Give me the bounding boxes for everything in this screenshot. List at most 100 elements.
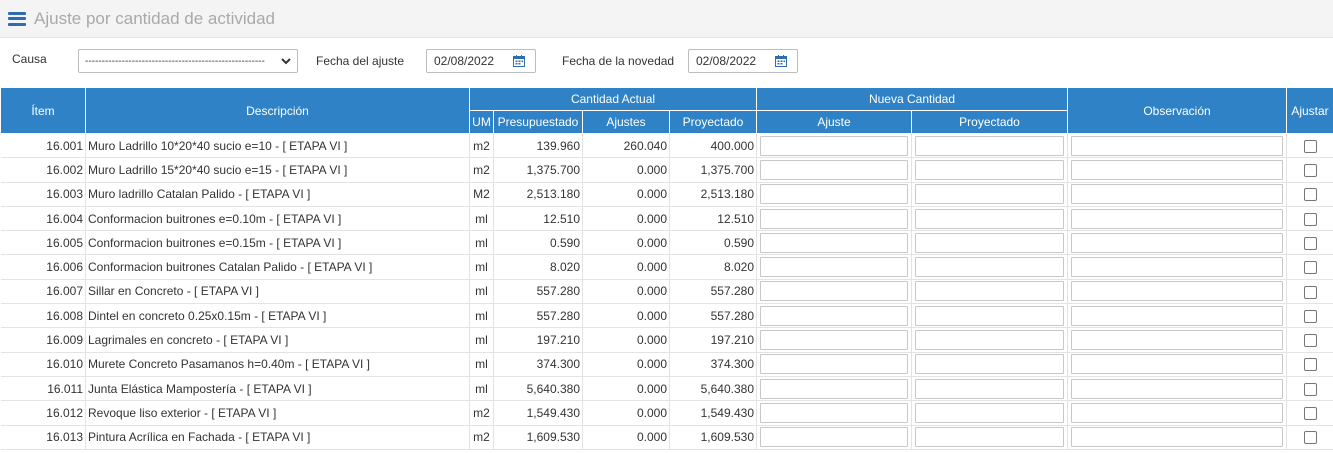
proyectado-input[interactable] [915,330,1064,351]
observacion-input[interactable] [1071,257,1283,278]
cell-ajustes: 0.000 [582,376,670,402]
cell-observacion-input [1067,303,1287,329]
observacion-input[interactable] [1071,135,1283,156]
cell-ajustes: 0.000 [582,352,670,377]
cell-ajustar [1286,400,1333,426]
ajustar-checkbox[interactable] [1303,139,1317,153]
cell-proyectado-input [911,376,1068,402]
cell-observacion-input [1067,376,1287,402]
ajuste-input[interactable] [760,305,908,326]
observacion-input[interactable] [1071,232,1283,253]
cell-um: ml [469,352,494,377]
ajuste-input[interactable] [760,354,908,375]
proyectado-input[interactable] [915,159,1064,180]
ajuste-input[interactable] [760,427,908,448]
observacion-input[interactable] [1071,427,1283,448]
cell-um: ml [469,327,494,353]
proyectado-input[interactable] [915,232,1064,253]
fecha-novedad-input[interactable]: 02/08/2022 [688,49,798,73]
cell-presupuestado: 197.210 [493,327,583,353]
cell-proyectado-input [911,425,1068,450]
cell-ajuste-input [756,425,912,450]
hamburger-menu-icon[interactable] [8,11,26,26]
proyectado-input[interactable] [915,378,1064,399]
cell-ajustes: 0.000 [582,303,670,329]
ajustar-checkbox[interactable] [1303,407,1317,421]
ajuste-input[interactable] [760,257,908,278]
ajustar-checkbox[interactable] [1303,334,1317,348]
table-row: 16.009 Lagrimales en concreto - [ ETAPA … [0,327,1333,353]
cell-descripcion: Junta Elástica Mampostería - [ ETAPA VI … [85,376,470,402]
cell-presupuestado: 5,640.380 [493,376,583,402]
ajuste-input[interactable] [760,232,908,253]
ajuste-input[interactable] [760,281,908,302]
table-row: 16.002 Muro Ladrillo 15*20*40 sucio e=15… [0,157,1333,183]
ajustar-checkbox[interactable] [1303,431,1317,445]
cell-ajustar [1286,206,1333,232]
proyectado-input[interactable] [915,184,1064,205]
cell-um: m2 [469,133,494,159]
observacion-input[interactable] [1071,354,1283,375]
ajuste-input[interactable] [760,378,908,399]
activity-table: Ítem Descripción Cantidad Actual Nueva C… [0,87,1333,450]
observacion-input[interactable] [1071,402,1283,423]
ajuste-input[interactable] [760,402,908,423]
cell-um: ml [469,206,494,232]
proyectado-input[interactable] [915,427,1064,448]
table-row: 16.001 Muro Ladrillo 10*20*40 sucio e=10… [0,133,1333,159]
observacion-input[interactable] [1071,305,1283,326]
ajustar-checkbox[interactable] [1303,212,1317,226]
header-proyectado: Proyectado [669,110,757,134]
ajustar-checkbox[interactable] [1303,382,1317,396]
causa-select[interactable]: ----------------------------------------… [78,49,298,73]
ajuste-input[interactable] [760,330,908,351]
header-ajuste: Ajuste [756,110,912,134]
cell-proyectado-input [911,279,1068,305]
cell-proyectado-input [911,352,1068,377]
ajustar-checkbox[interactable] [1303,261,1317,275]
cell-item: 16.013 [0,425,86,450]
cell-item: 16.004 [0,206,86,232]
cell-ajustes: 0.000 [582,254,670,280]
cell-um: m2 [469,425,494,450]
ajuste-input[interactable] [760,159,908,180]
calendar-icon[interactable] [513,55,525,67]
observacion-input[interactable] [1071,184,1283,205]
header-observacion: Observación [1067,87,1287,134]
cell-ajustar [1286,376,1333,402]
cell-item: 16.010 [0,352,86,377]
ajustar-checkbox[interactable] [1303,237,1317,250]
proyectado-input[interactable] [915,257,1064,278]
table-body: 16.001 Muro Ladrillo 10*20*40 sucio e=10… [0,133,1333,450]
cell-proyectado: 8.020 [669,254,757,280]
observacion-input[interactable] [1071,378,1283,399]
observacion-input[interactable] [1071,281,1283,302]
ajustar-checkbox[interactable] [1303,358,1317,372]
ajustar-checkbox[interactable] [1303,164,1317,178]
table-row: 16.008 Dintel en concreto 0.25x0.15m - [… [0,303,1333,329]
observacion-input[interactable] [1071,208,1283,229]
ajustar-checkbox[interactable] [1303,285,1317,299]
cell-ajuste-input [756,230,912,256]
ajustar-checkbox[interactable] [1303,188,1317,202]
observacion-input[interactable] [1071,330,1283,351]
ajuste-input[interactable] [760,135,908,156]
cell-descripcion: Dintel en concreto 0.25x0.15m - [ ETAPA … [85,303,470,329]
observacion-input[interactable] [1071,159,1283,180]
cell-presupuestado: 557.280 [493,279,583,305]
cell-ajustes: 0.000 [582,157,670,183]
calendar-icon[interactable] [775,55,787,67]
ajuste-input[interactable] [760,184,908,205]
cell-um: m2 [469,157,494,183]
proyectado-input[interactable] [915,354,1064,375]
fecha-ajuste-input[interactable]: 02/08/2022 [426,49,536,73]
proyectado-input[interactable] [915,208,1064,229]
ajuste-input[interactable] [760,208,908,229]
proyectado-input[interactable] [915,305,1064,326]
cell-item: 16.011 [0,376,86,402]
ajustar-checkbox[interactable] [1303,309,1317,323]
proyectado-input[interactable] [915,281,1064,302]
proyectado-input[interactable] [915,402,1064,423]
proyectado-input[interactable] [915,135,1064,156]
cell-observacion-input [1067,230,1287,256]
